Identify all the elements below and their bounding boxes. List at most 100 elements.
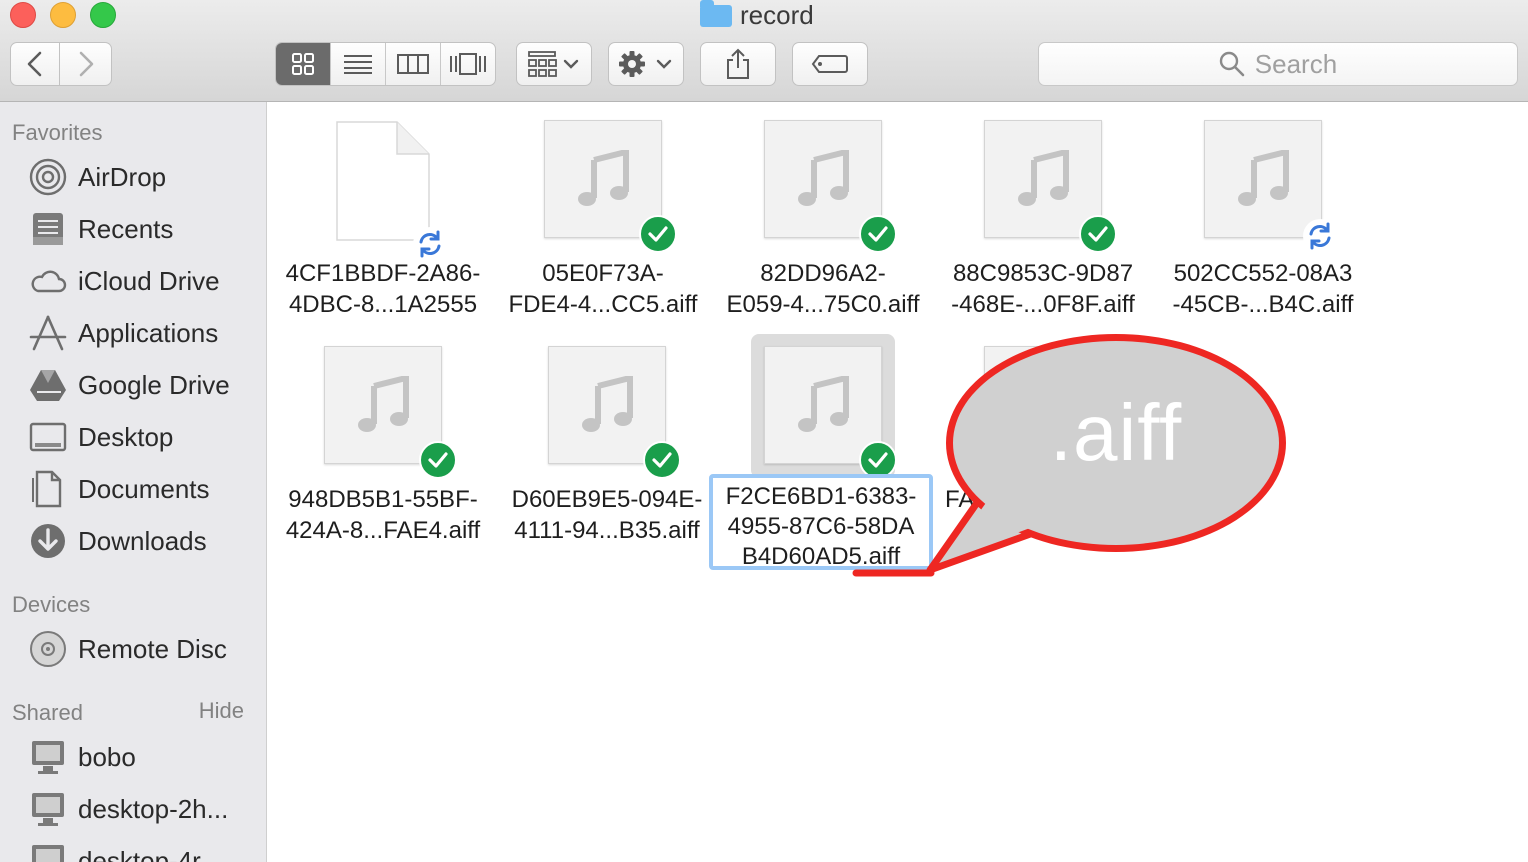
chevron-right-icon xyxy=(79,51,93,77)
zoom-window-button[interactable] xyxy=(90,2,116,28)
computer-icon xyxy=(32,741,64,774)
sidebar-item-shared-computer[interactable]: desktop-2h... xyxy=(28,787,228,831)
file-thumbnail xyxy=(544,120,677,253)
file-thumbnail xyxy=(764,120,897,253)
action-menu-button[interactable] xyxy=(608,42,684,86)
documents-icon xyxy=(32,470,62,508)
grid-icon xyxy=(292,53,314,75)
sidebar-item-applications[interactable]: Applications xyxy=(28,311,218,355)
file-thumbnail xyxy=(764,346,897,479)
sidebar-item-icloud-drive[interactable]: iCloud Drive xyxy=(28,259,220,303)
sidebar-item-label: desktop-2h... xyxy=(78,793,229,824)
tag-icon xyxy=(811,55,848,73)
column-view-button[interactable] xyxy=(386,43,441,85)
file-name: D60EB9E5-094E- 4111-94...B35.aiff xyxy=(511,486,703,544)
music-note-icon xyxy=(582,376,633,432)
computer-icon xyxy=(32,845,64,862)
computer-icon xyxy=(32,793,64,826)
sidebar: Favorites AirDrop Recents iCloud Drive A… xyxy=(0,102,267,862)
share-icon xyxy=(727,48,749,79)
chevron-left-icon xyxy=(27,51,42,77)
file-item[interactable]: 948DB5B1-55BF- 424A-8...FAE4.aiff xyxy=(273,328,493,558)
sidebar-item-shared-computer[interactable]: bobo xyxy=(28,735,136,779)
sidebar-item-shared-computer[interactable]: desktop-4r... xyxy=(28,839,221,862)
file-item[interactable]: 4CF1BBDF-2A86- 4DBC-8...1A2555 xyxy=(273,102,493,332)
cloud-icon xyxy=(31,270,67,293)
sidebar-item-google-drive[interactable]: Google Drive xyxy=(28,363,230,407)
applications-icon xyxy=(29,315,67,351)
close-window-button[interactable] xyxy=(10,2,36,28)
cover-flow-view-button[interactable] xyxy=(441,43,495,85)
synced-checkmark-icon xyxy=(1079,215,1117,253)
music-note-icon xyxy=(1238,150,1289,206)
synced-checkmark-icon xyxy=(639,215,677,253)
music-note-icon xyxy=(358,376,409,432)
google-drive-icon xyxy=(30,370,66,401)
audio-file-icon xyxy=(764,120,897,253)
shared-heading: Shared xyxy=(12,700,83,725)
sidebar-item-label: Applications xyxy=(78,317,219,348)
view-mode-control xyxy=(275,42,496,86)
audio-file-icon xyxy=(1204,120,1337,253)
synced-checkmark-icon xyxy=(419,441,457,479)
audio-file-icon xyxy=(548,346,681,479)
sidebar-item-desktop[interactable]: Desktop xyxy=(28,415,173,459)
shared-hide-toggle[interactable]: Hide xyxy=(199,698,244,724)
file-name: 4CF1BBDF-2A86- 4DBC-8...1A2555 xyxy=(285,260,481,318)
file-thumbnail xyxy=(324,346,457,479)
annotation-callout: .aiff xyxy=(946,334,1286,552)
search-placeholder: Search xyxy=(1254,48,1338,79)
sidebar-item-label: Desktop xyxy=(78,421,174,452)
music-note-icon xyxy=(578,150,629,206)
sidebar-item-label: Remote Disc xyxy=(78,633,227,664)
recents-icon xyxy=(33,213,63,245)
sidebar-item-downloads[interactable]: Downloads xyxy=(28,519,207,563)
syncing-icon xyxy=(1303,219,1337,253)
file-item-selected[interactable]: F2CE6BD1-6383- 4955-87C6-58DA B4D60AD5.a… xyxy=(709,328,933,578)
file-thumbnail xyxy=(548,346,681,479)
sidebar-item-label: Documents xyxy=(78,473,210,504)
file-thumbnail xyxy=(335,120,447,261)
edit-tags-button[interactable] xyxy=(792,42,868,86)
sidebar-item-label: bobo xyxy=(78,741,136,772)
file-item[interactable]: 502CC552-08A3 -45CB-...B4C.aiff xyxy=(1153,102,1373,332)
file-thumbnail xyxy=(984,120,1117,253)
file-name: 502CC552-08A3 -45CB-...B4C.aiff xyxy=(1172,260,1354,318)
sidebar-item-label: Recents xyxy=(78,213,174,244)
annotation-text: .aiff xyxy=(1049,388,1183,477)
sidebar-item-label: desktop-4r... xyxy=(78,845,222,862)
icon-view-button[interactable] xyxy=(276,43,331,85)
disc-icon xyxy=(30,631,66,667)
search-field[interactable]: Search xyxy=(1038,42,1518,86)
file-item[interactable]: 05E0F73A- FDE4-4...CC5.aiff xyxy=(493,102,713,332)
audio-file-icon xyxy=(984,120,1117,253)
sidebar-item-recents[interactable]: Recents xyxy=(28,207,173,251)
arrange-button[interactable] xyxy=(516,42,592,86)
sidebar-item-airdrop[interactable]: AirDrop xyxy=(28,155,166,199)
gear-icon xyxy=(619,51,672,77)
audio-file-icon xyxy=(324,346,457,479)
sidebar-item-label: Google Drive xyxy=(78,369,230,400)
file-name-edit-field[interactable]: F2CE6BD1-6383- 4955-87C6-58DA B4D60AD5.a… xyxy=(709,474,933,570)
airdrop-icon xyxy=(29,158,67,196)
sidebar-item-label: iCloud Drive xyxy=(78,265,220,296)
folder-icon xyxy=(700,0,732,27)
window-title-text: record xyxy=(740,0,814,30)
back-button[interactable] xyxy=(10,42,60,86)
file-item[interactable]: D60EB9E5-094E- 4111-94...B35.aiff xyxy=(497,328,717,558)
syncing-icon xyxy=(413,227,447,261)
file-item[interactable]: 88C9853C-9D87 -468E-...0F8F.aiff xyxy=(933,102,1153,332)
columns-icon xyxy=(397,54,429,74)
share-button[interactable] xyxy=(700,42,776,86)
file-name: 82DD96A2- E059-4...75C0.aiff xyxy=(726,260,920,318)
music-note-icon xyxy=(1018,150,1069,206)
minimize-window-button[interactable] xyxy=(50,2,76,28)
devices-heading: Devices xyxy=(12,592,91,617)
sidebar-item-remote-disc[interactable]: Remote Disc xyxy=(28,627,227,671)
sidebar-item-documents[interactable]: Documents xyxy=(28,467,210,511)
list-view-button[interactable] xyxy=(331,43,386,85)
file-item[interactable]: 82DD96A2- E059-4...75C0.aiff xyxy=(713,102,933,332)
sidebar-item-label: AirDrop xyxy=(78,161,167,192)
forward-button[interactable] xyxy=(60,42,112,86)
window-title: record xyxy=(700,0,814,30)
